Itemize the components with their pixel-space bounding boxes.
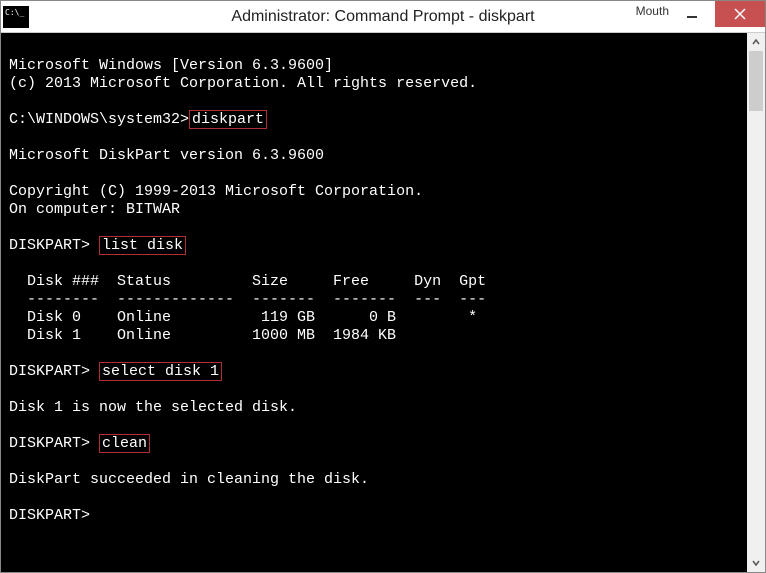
close-button[interactable] [715, 1, 765, 27]
line-select-msg: Disk 1 is now the selected disk. [9, 399, 297, 416]
extra-label: Mouth [636, 4, 669, 18]
diskpart-prompt: DISKPART> [9, 507, 90, 524]
cmd-icon [3, 6, 29, 28]
window: Administrator: Command Prompt - diskpart… [0, 0, 766, 573]
line-clean-msg: DiskPart succeeded in cleaning the disk. [9, 471, 369, 488]
line-prompt2: DISKPART> list disk [9, 236, 186, 255]
cmd-clean: clean [99, 434, 150, 453]
table-header: Disk ### Status Size Free Dyn Gpt [9, 273, 486, 290]
cmd-list-disk: list disk [99, 236, 186, 255]
diskpart-prompt: DISKPART> [9, 363, 90, 380]
scrollbar[interactable] [747, 33, 765, 572]
line-dp-computer: On computer: BITWAR [9, 201, 180, 218]
line-prompt1: C:\WINDOWS\system32>diskpart [9, 110, 267, 129]
prompt-path: C:\WINDOWS\system32> [9, 111, 189, 128]
line-dp-version: Microsoft DiskPart version 6.3.9600 [9, 147, 324, 164]
console-output[interactable]: Microsoft Windows [Version 6.3.9600] (c)… [1, 33, 747, 572]
table-separator: -------- ------------- ------- ------- -… [9, 291, 486, 308]
table-row: Disk 1 Online 1000 MB 1984 KB [9, 327, 396, 344]
line-dp-copyright: Copyright (C) 1999-2013 Microsoft Corpor… [9, 183, 423, 200]
line-prompt4: DISKPART> clean [9, 434, 150, 453]
cmd-select-disk: select disk 1 [99, 362, 222, 381]
scroll-thumb[interactable] [749, 51, 763, 111]
line-copyright: (c) 2013 Microsoft Corporation. All righ… [9, 75, 477, 92]
minimize-icon [686, 8, 698, 20]
minimize-button[interactable] [669, 1, 715, 27]
line-version: Microsoft Windows [Version 6.3.9600] [9, 57, 333, 74]
chevron-down-icon [752, 559, 760, 567]
scroll-track[interactable] [747, 51, 765, 554]
cmd-diskpart: diskpart [189, 110, 267, 129]
console-area: Microsoft Windows [Version 6.3.9600] (c)… [1, 33, 765, 572]
line-prompt3: DISKPART> select disk 1 [9, 362, 222, 381]
diskpart-prompt: DISKPART> [9, 435, 90, 452]
close-icon [734, 8, 746, 20]
titlebar[interactable]: Administrator: Command Prompt - diskpart… [1, 1, 765, 33]
diskpart-prompt: DISKPART> [9, 237, 90, 254]
table-row: Disk 0 Online 119 GB 0 B * [9, 309, 477, 326]
scroll-up-button[interactable] [747, 33, 765, 51]
window-controls [669, 1, 765, 32]
scroll-down-button[interactable] [747, 554, 765, 572]
line-prompt5: DISKPART> [9, 507, 99, 524]
chevron-up-icon [752, 38, 760, 46]
